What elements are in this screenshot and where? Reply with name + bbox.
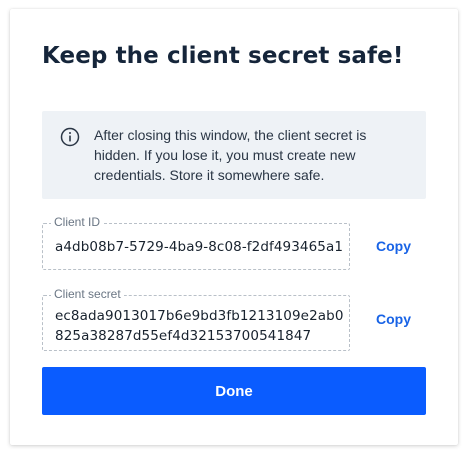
client-secret-label: Client secret	[51, 287, 124, 301]
copy-client-secret-button[interactable]: Copy	[376, 311, 411, 327]
done-button[interactable]: Done	[42, 367, 426, 415]
client-id-value[interactable]: a4db08b7-5729-4ba9-8c08-f2df493465a1	[55, 239, 343, 255]
info-text: After closing this window, the client se…	[94, 127, 367, 183]
client-secret-dialog: Keep the client secret safe! After closi…	[10, 9, 458, 445]
client-secret-value[interactable]: ec8ada9013017b6e9bd3fb1213109e2ab0825a38…	[55, 306, 345, 346]
info-notice: After closing this window, the client se…	[42, 111, 426, 199]
dialog-title: Keep the client secret safe!	[42, 43, 404, 69]
client-secret-field[interactable]: Client secret ec8ada9013017b6e9bd3fb1213…	[42, 287, 350, 351]
copy-client-id-button[interactable]: Copy	[376, 238, 411, 254]
client-id-field[interactable]: Client ID a4db08b7-5729-4ba9-8c08-f2df49…	[42, 215, 350, 270]
client-id-label: Client ID	[51, 215, 104, 229]
info-circle-icon	[60, 127, 80, 147]
